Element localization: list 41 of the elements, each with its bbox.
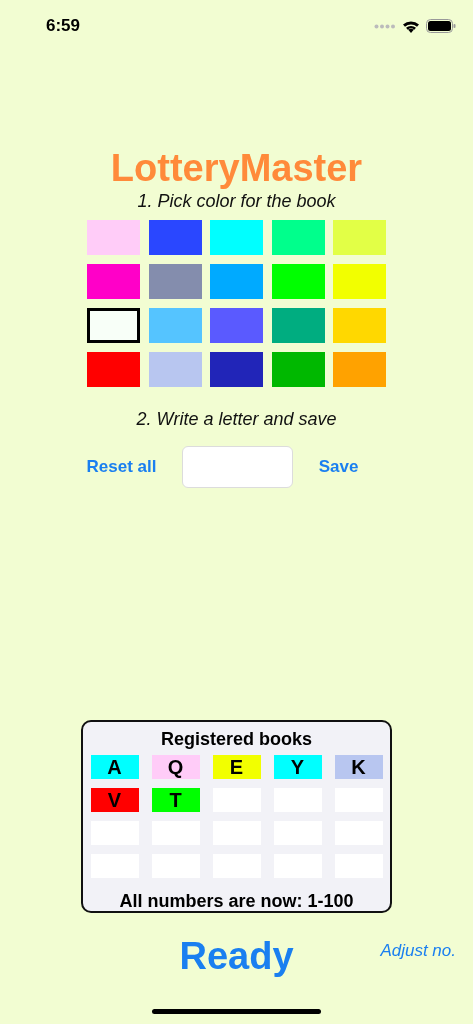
status-time: 6:59 xyxy=(46,16,81,36)
wifi-icon xyxy=(402,19,420,33)
color-swatch[interactable] xyxy=(148,264,202,299)
reset-all-button[interactable]: Reset all xyxy=(86,457,157,477)
book-slot: K xyxy=(334,755,383,779)
number-range-text: All numbers are now: 1-100 xyxy=(119,890,354,912)
step-instruction: 1. Pick color for the book xyxy=(137,190,336,212)
color-swatch[interactable] xyxy=(87,220,140,255)
book-slot: E xyxy=(212,755,261,779)
color-swatch[interactable] xyxy=(333,220,386,255)
color-swatch[interactable] xyxy=(210,264,263,299)
color-swatch[interactable] xyxy=(271,264,325,299)
adjust-link[interactable]: Adjust no. xyxy=(380,941,456,961)
book-slot: T xyxy=(151,788,200,812)
color-swatch[interactable] xyxy=(333,308,386,343)
color-swatch[interactable] xyxy=(87,264,140,299)
color-swatch[interactable] xyxy=(271,220,325,255)
book-slot: Y xyxy=(273,755,322,779)
color-swatch[interactable] xyxy=(148,220,202,255)
signal-icon xyxy=(374,23,396,29)
color-swatch[interactable] xyxy=(271,308,325,343)
color-swatch[interactable] xyxy=(333,352,386,387)
battery-icon xyxy=(426,19,456,33)
book-slot: Q xyxy=(151,755,200,779)
color-swatch[interactable] xyxy=(210,352,263,387)
status-text: Ready xyxy=(179,935,294,978)
color-swatch[interactable] xyxy=(333,264,386,299)
app-title: LotteryMaster xyxy=(110,146,363,190)
color-swatch[interactable] xyxy=(210,308,263,343)
book-slot: A xyxy=(90,755,139,779)
color-swatch[interactable] xyxy=(87,352,140,387)
color-swatch[interactable] xyxy=(87,308,140,343)
color-swatch[interactable] xyxy=(148,352,202,387)
book-slot: V xyxy=(90,788,139,812)
color-swatch[interactable] xyxy=(210,220,263,255)
step-instruction: 2. Write a letter and save xyxy=(136,408,337,430)
letter-input-field[interactable] xyxy=(182,446,294,488)
color-swatch[interactable] xyxy=(271,352,325,387)
panel-title: Registered books xyxy=(160,728,312,750)
save-button[interactable]: Save xyxy=(318,457,359,477)
color-swatch[interactable] xyxy=(148,308,202,343)
